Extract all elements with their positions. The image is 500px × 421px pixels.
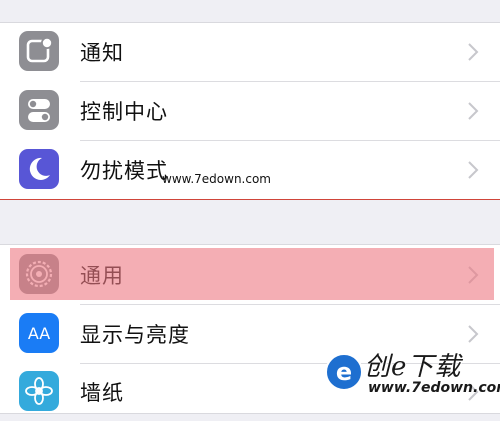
watermark-text: www.7edown.com (162, 172, 271, 186)
wallpaper-icon (19, 371, 59, 411)
settings-row-general[interactable]: 通用 (0, 246, 500, 304)
divider-line (0, 199, 500, 200)
chevron-right-icon (468, 43, 479, 61)
display-brightness-label: 显示与亮度 (80, 323, 190, 347)
do-not-disturb-label: 勿扰模式 (80, 159, 168, 183)
display-icon-text: AA (27, 323, 51, 343)
display-brightness-icon: AA (19, 313, 59, 353)
moon-icon (19, 149, 59, 189)
control-center-label: 控制中心 (80, 100, 168, 124)
chevron-right-icon (468, 102, 479, 120)
notifications-icon (19, 31, 59, 71)
settings-row-wallpaper[interactable]: 墙纸 (0, 363, 500, 421)
chevron-right-icon (468, 325, 479, 343)
settings-row-control-center[interactable]: 控制中心 (0, 82, 500, 140)
settings-row-do-not-disturb[interactable]: 勿扰模式 (0, 141, 500, 199)
general-label: 通用 (80, 264, 124, 288)
control-center-icon (19, 90, 59, 130)
chevron-right-icon (468, 161, 479, 179)
notifications-label: 通知 (80, 41, 124, 65)
chevron-right-icon (468, 383, 479, 401)
settings-group-2: 通用 AA 显示与亮度 墙纸 (0, 244, 500, 414)
gear-icon (19, 254, 59, 294)
wallpaper-label: 墙纸 (80, 381, 124, 405)
settings-row-display-brightness[interactable]: AA 显示与亮度 (0, 305, 500, 363)
chevron-right-icon (468, 266, 479, 284)
settings-row-notifications[interactable]: 通知 (0, 23, 500, 81)
